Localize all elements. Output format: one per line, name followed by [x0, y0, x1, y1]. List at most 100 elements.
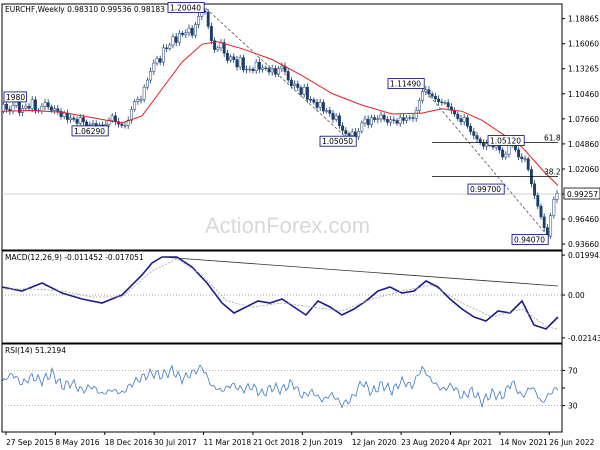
candle-body	[504, 153, 508, 158]
candle-body	[190, 27, 194, 36]
candle-body	[475, 135, 479, 140]
candle-body	[446, 102, 450, 108]
candle-body	[552, 199, 556, 216]
macd-trend-line	[161, 256, 559, 287]
candle-body	[299, 87, 303, 95]
candle-body	[555, 193, 559, 200]
time-tick-label: 21 Oct 2018	[253, 438, 300, 447]
price-tick-label: 1.10460	[568, 90, 599, 99]
candle-body	[56, 108, 60, 112]
candle-body	[523, 158, 527, 160]
rsi-tick-label: 30	[568, 402, 578, 411]
candle-body	[312, 99, 316, 103]
candle-body	[533, 183, 537, 196]
candle-body	[72, 117, 76, 120]
candle-body	[129, 109, 133, 121]
price-label: 1.11490	[390, 80, 421, 89]
candle-body	[501, 149, 505, 158]
time-tick-label: 11 Mar 2018	[204, 438, 252, 447]
candle-body	[277, 68, 281, 75]
candle-body	[382, 114, 386, 120]
macd-tick-label: -0.021434	[568, 334, 600, 343]
candle-body	[433, 95, 437, 100]
candle-body	[417, 100, 421, 111]
candle-body	[11, 105, 15, 112]
candle-body	[110, 115, 114, 121]
candle-body	[302, 86, 306, 95]
candle-body	[161, 47, 165, 63]
candle-body	[459, 118, 463, 123]
candle-body	[123, 125, 127, 127]
macd-frame	[1, 250, 563, 344]
candle-body	[549, 215, 553, 237]
price-label: 1.05050	[322, 137, 353, 146]
candle-body	[113, 115, 117, 122]
candle-body	[104, 124, 108, 126]
price-tick-label: 0.93660	[568, 240, 599, 249]
candle-body	[456, 113, 460, 119]
candle-body	[241, 57, 245, 71]
fib-label: 61.8	[544, 134, 561, 143]
time-tick-label: 26 Jun 2022	[549, 438, 594, 447]
candle-body	[24, 105, 28, 109]
candle-body	[88, 124, 92, 126]
candle-body	[187, 27, 191, 34]
candle-body	[526, 158, 530, 170]
candle-body	[229, 56, 233, 61]
candle-body	[5, 103, 9, 110]
candle-body	[363, 118, 367, 124]
macd-tick-label: 0.019943	[568, 251, 600, 260]
candle-body	[421, 91, 425, 101]
macd-panel: MACD(12,26,9) -0.011452 -0.017051 0.01994…	[1, 250, 600, 344]
candle-body	[481, 142, 485, 147]
candle-body	[232, 56, 236, 60]
candle-body	[27, 105, 31, 109]
candle-body	[65, 112, 69, 120]
watermark: ActionForex.com	[205, 213, 370, 238]
candle-body	[401, 117, 405, 121]
candle-body	[321, 102, 325, 112]
candle-body	[197, 16, 201, 25]
candle-body	[369, 117, 373, 126]
candle-body	[149, 71, 153, 81]
time-tick-label: 18 Dec 2016	[105, 438, 153, 447]
candle-body	[206, 11, 210, 27]
candle-body	[520, 156, 524, 160]
candle-body	[478, 138, 482, 143]
candle-body	[30, 99, 34, 109]
candle-body	[181, 32, 185, 35]
candle-body	[264, 67, 268, 69]
price-tick-label: 1.02060	[568, 165, 599, 174]
price-label: 1980	[6, 93, 25, 102]
candle-body	[517, 149, 521, 158]
candle-body	[75, 119, 79, 124]
candle-body	[485, 143, 489, 147]
candle-body	[296, 83, 300, 88]
candle-body	[337, 115, 341, 127]
moving-average-line	[1, 41, 559, 186]
rsi-tick-label: 70	[568, 366, 578, 375]
candle-body	[443, 102, 447, 104]
candle-body	[43, 102, 47, 107]
price-panel: ActionForex.comEURCHF,Weekly 0.98310 0.9…	[1, 2, 600, 251]
candle-body	[289, 79, 293, 87]
candle-body	[472, 131, 476, 136]
candle-body	[251, 68, 255, 71]
candle-body	[405, 117, 409, 121]
candle-body	[158, 58, 162, 63]
candle-body	[366, 118, 370, 126]
candle-body	[389, 119, 393, 123]
candle-body	[341, 125, 345, 131]
candle-body	[280, 65, 284, 69]
macd-tick-label: 0.00	[568, 291, 585, 300]
candle-body	[331, 113, 335, 120]
candle-body	[78, 117, 82, 124]
candle-body	[379, 114, 383, 120]
price-label: 1.06290	[74, 127, 105, 136]
price-tick-label: 1.13265	[568, 65, 599, 74]
signal-line	[2, 258, 559, 330]
candle-body	[235, 59, 239, 68]
candle-body	[360, 122, 364, 132]
candle-body	[315, 101, 319, 108]
candle-body	[453, 110, 457, 115]
